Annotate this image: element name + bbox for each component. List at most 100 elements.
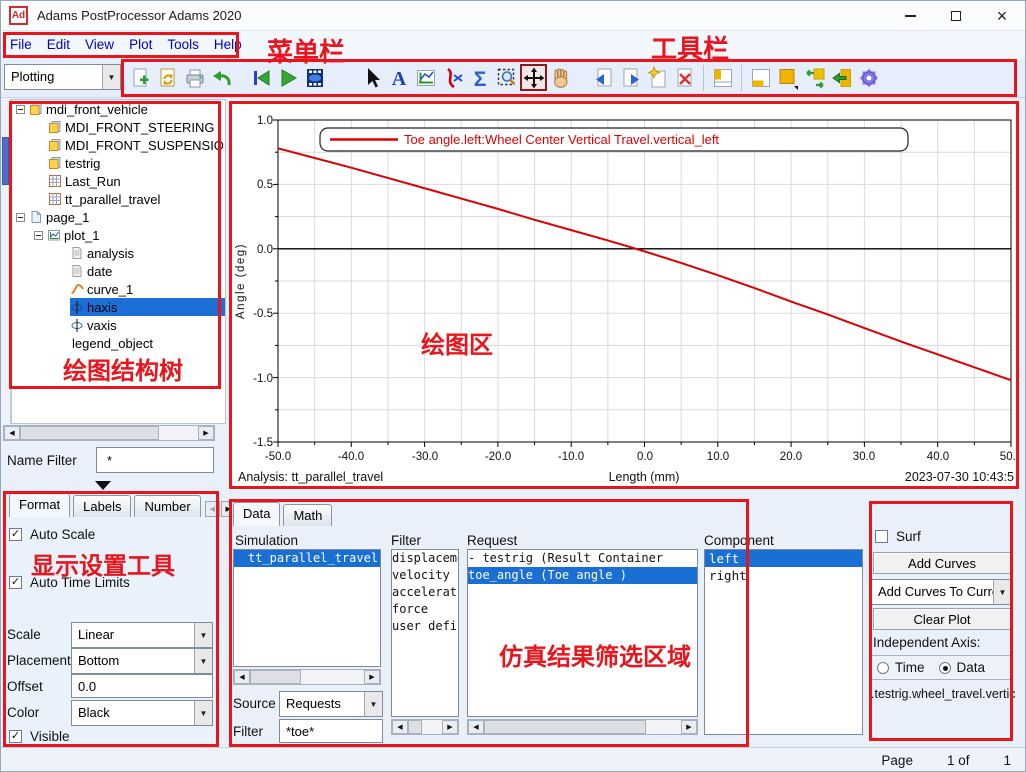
tree-item-curve-1[interactable]: curve_1 (12, 280, 225, 298)
tab-number[interactable]: Number (134, 495, 200, 517)
go-to-start-icon[interactable] (247, 64, 274, 91)
panel-collapse-icon[interactable] (95, 481, 111, 490)
collapse-expander-icon[interactable] (34, 231, 43, 240)
chevron-down-icon[interactable]: ▼ (102, 65, 120, 89)
tree-vertical-scrollbar[interactable] (1, 99, 11, 424)
menu-file[interactable]: File (10, 37, 32, 52)
tab-labels[interactable]: Labels (73, 495, 131, 517)
play-icon[interactable] (274, 64, 301, 91)
mode-selector[interactable]: Plotting ▼ (4, 64, 121, 90)
menu-tools[interactable]: Tools (167, 37, 199, 52)
view-layout-bottom-icon[interactable] (747, 64, 774, 91)
add-curves-button[interactable]: Add Curves (873, 552, 1011, 574)
tree-item-tt-parallel-travel[interactable]: tt_parallel_travel (12, 190, 225, 208)
scroll-right-icon[interactable]: ▶ (681, 720, 697, 734)
settings-gear-icon[interactable] (855, 64, 882, 91)
offset-input[interactable] (71, 674, 213, 698)
close-button[interactable]: × (979, 1, 1025, 31)
time-radio[interactable] (877, 662, 889, 674)
tree-item-last-run[interactable]: Last_Run (12, 172, 225, 190)
component-list[interactable]: left right (704, 549, 863, 735)
data-radio[interactable] (939, 662, 951, 674)
color-combo[interactable]: Black▼ (71, 700, 213, 726)
menu-help[interactable]: Help (214, 37, 242, 52)
swap-views-icon[interactable] (801, 64, 828, 91)
scroll-left-icon[interactable]: ◀ (4, 426, 20, 440)
simulation-hscrollbar[interactable]: ◀▶ (233, 669, 381, 685)
plot-display-icon[interactable] (412, 64, 439, 91)
print-icon[interactable] (181, 64, 208, 91)
scroll-right-icon[interactable]: ▶ (198, 426, 214, 440)
tree-item-legend-object[interactable]: legend_object (12, 334, 225, 352)
scroll-left-icon[interactable]: ◀ (392, 720, 408, 734)
tree-item-plot-1[interactable]: plot_1 (12, 226, 225, 244)
maximize-button[interactable] (933, 1, 979, 31)
tab-scroll-left-icon[interactable]: ◀ (205, 501, 220, 517)
tree-item-testrig[interactable]: testrig (12, 154, 225, 172)
auto-scale-checkbox[interactable]: ✓Auto Scale (9, 527, 95, 542)
minimize-button[interactable] (887, 1, 933, 31)
list-item[interactable]: velocity (392, 567, 458, 584)
list-item[interactable]: - testrig (Result Container (468, 550, 697, 567)
surf-checkbox[interactable]: Surf (875, 529, 921, 544)
tree-item-mdi-front-vehicle[interactable]: mdi_front_vehicle (12, 100, 225, 118)
chevron-down-icon[interactable]: ▼ (194, 701, 212, 725)
view-layout-left-icon[interactable] (709, 64, 736, 91)
placement-combo[interactable]: Bottom▼ (71, 648, 213, 674)
collapse-expander-icon[interactable] (16, 105, 25, 114)
list-item[interactable]: toe_angle (Toe angle ) (468, 567, 697, 584)
tab-math[interactable]: Math (283, 504, 332, 526)
pan-hand-icon[interactable] (547, 64, 574, 91)
tree-item-analysis[interactable]: analysis (12, 244, 225, 262)
text-annotation-icon[interactable]: A (385, 64, 412, 91)
menu-plot[interactable]: Plot (129, 37, 152, 52)
add-mode-combo[interactable]: Add Curves To Curren▼ (871, 579, 1012, 605)
scroll-right-icon[interactable]: ▶ (442, 720, 458, 734)
auto-time-limits-checkbox[interactable]: ✓Auto Time Limits (9, 575, 130, 590)
filter-hscrollbar[interactable]: ◀▶ (391, 719, 459, 735)
new-icon[interactable] (127, 64, 154, 91)
visible-checkbox[interactable]: ✓Visible (9, 729, 70, 744)
chevron-down-icon[interactable]: ▼ (993, 580, 1011, 604)
scale-combo[interactable]: Linear▼ (71, 622, 213, 648)
curve-edit-icon[interactable] (439, 64, 466, 91)
select-cursor-icon[interactable] (358, 64, 385, 91)
tree-item-vaxis[interactable]: vaxis (12, 316, 225, 334)
list-item[interactable]: tt_parallel_travel (234, 550, 380, 567)
tab-data[interactable]: Data (233, 502, 280, 526)
chevron-down-icon[interactable]: ▼ (194, 649, 212, 673)
request-list[interactable]: - testrig (Result Container toe_angle (T… (467, 549, 698, 717)
list-item[interactable]: user defined (392, 618, 458, 635)
filter-type-list[interactable]: displacement velocity acceleration force… (391, 549, 459, 717)
delete-page-icon[interactable] (671, 64, 698, 91)
zoom-area-icon[interactable] (493, 64, 520, 91)
close-view-icon[interactable] (828, 64, 855, 91)
menu-edit[interactable]: Edit (47, 37, 70, 52)
name-filter-input[interactable] (96, 447, 214, 473)
math-sigma-icon[interactable]: Σ (466, 64, 493, 91)
tree-item-mdi-front-steering[interactable]: MDI_FRONT_STEERING (12, 118, 225, 136)
tree-item-page-1[interactable]: page_1 (12, 208, 225, 226)
plot-display-area[interactable]: Toe angle.left:Wheel Center Vertical Tra… (229, 100, 1019, 490)
tree-item-haxis[interactable]: haxis (12, 298, 225, 316)
move-view-icon[interactable] (520, 64, 547, 91)
menu-view[interactable]: View (85, 37, 114, 52)
source-combo[interactable]: Requests▼ (279, 691, 383, 717)
next-page-icon[interactable] (617, 64, 644, 91)
scroll-left-icon[interactable]: ◀ (234, 670, 250, 684)
previous-page-icon[interactable] (590, 64, 617, 91)
refresh-icon[interactable] (154, 64, 181, 91)
chevron-down-icon[interactable]: ▼ (194, 623, 212, 647)
tree-vscroll-thumb[interactable] (2, 137, 9, 185)
list-item[interactable]: right (705, 567, 862, 584)
list-item[interactable]: displacement (392, 550, 458, 567)
filter-pattern-input[interactable] (279, 719, 383, 743)
list-item[interactable]: force (392, 601, 458, 618)
view-single-icon[interactable] (774, 64, 801, 91)
create-page-icon[interactable] (644, 64, 671, 91)
scroll-right-icon[interactable]: ▶ (364, 670, 380, 684)
animation-mode-icon[interactable] (301, 64, 328, 91)
list-item[interactable]: acceleration (392, 584, 458, 601)
undo-icon[interactable] (208, 64, 235, 91)
chevron-down-icon[interactable]: ▼ (364, 692, 382, 716)
